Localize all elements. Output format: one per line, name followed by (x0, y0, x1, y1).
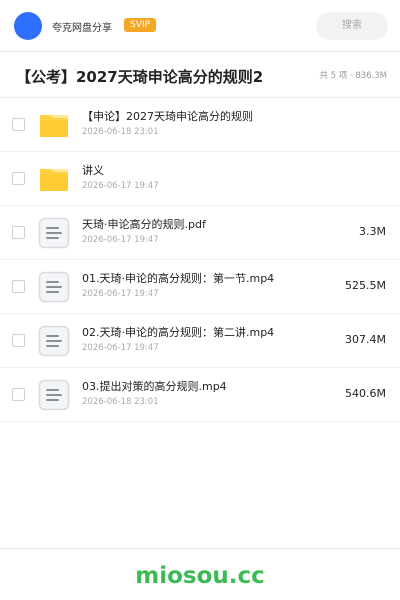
search-input[interactable]: 搜索 (316, 12, 388, 40)
item-count-summary: 共 5 项 · 836.3M (319, 71, 387, 81)
select-checkbox[interactable] (12, 226, 25, 239)
footer: miosou.cc (0, 548, 400, 600)
top-bar: 夸克网盘分享 SVIP 搜索 (0, 0, 400, 52)
site-logo: miosou.cc (135, 563, 265, 589)
file-size: 525.5M (345, 279, 386, 292)
file-row[interactable]: 02.天琦·申论的高分规则：第二讲.mp4 2026-06-17 19:47 307… (0, 314, 400, 368)
select-checkbox[interactable] (12, 388, 25, 401)
file-row[interactable]: 01.天琦·申论的高分规则：第一节.mp4 2026-06-17 19:47 525… (0, 260, 400, 314)
avatar[interactable] (14, 12, 42, 40)
file-row[interactable]: 天琦·申论高分的规则.pdf 2026-06-17 19:47 3.3M (0, 206, 400, 260)
file-date: 2026-06-17 19:47 (82, 181, 159, 191)
file-row[interactable]: 【申论】2027天琦申论高分的规则 2026-06-18 23:01 (0, 98, 400, 152)
select-checkbox[interactable] (12, 118, 25, 131)
file-name[interactable]: 天琦·申论高分的规则.pdf (82, 216, 206, 232)
share-title-bar: 【公考】2027天琦申论高分的规则2 共 5 项 · 836.3M (0, 52, 400, 98)
select-checkbox[interactable] (12, 280, 25, 293)
file-date: 2026-06-17 19:47 (82, 235, 159, 245)
file-name[interactable]: 01.天琦·申论的高分规则：第一节.mp4 (82, 270, 274, 286)
file-size: 540.6M (345, 387, 386, 400)
file-name[interactable]: 02.天琦·申论的高分规则：第二讲.mp4 (82, 324, 274, 340)
select-checkbox[interactable] (12, 172, 25, 185)
document-icon (38, 379, 70, 411)
file-row[interactable]: 03.提出对策的高分规则.mp4 2026-06-18 23:01 540.6M (0, 368, 400, 422)
page-title: 【公考】2027天琦申论高分的规则2 (16, 68, 264, 86)
folder-icon (38, 109, 70, 141)
file-name[interactable]: 03.提出对策的高分规则.mp4 (82, 378, 227, 394)
file-date: 2026-06-18 23:01 (82, 397, 159, 407)
document-icon (38, 271, 70, 303)
document-icon (38, 217, 70, 249)
brand-name: 夸克网盘分享 (52, 23, 112, 34)
file-date: 2026-06-17 19:47 (82, 343, 159, 353)
select-checkbox[interactable] (12, 334, 25, 347)
file-date: 2026-06-17 19:47 (82, 289, 159, 299)
svip-badge: SVIP (124, 18, 156, 32)
file-size: 307.4M (345, 333, 386, 346)
file-date: 2026-06-18 23:01 (82, 127, 159, 137)
file-size: 3.3M (359, 225, 386, 238)
file-name[interactable]: 【申论】2027天琦申论高分的规则 (82, 108, 253, 124)
folder-icon (38, 163, 70, 195)
document-icon (38, 325, 70, 357)
file-name[interactable]: 讲义 (82, 162, 104, 178)
file-row[interactable]: 讲义 2026-06-17 19:47 (0, 152, 400, 206)
